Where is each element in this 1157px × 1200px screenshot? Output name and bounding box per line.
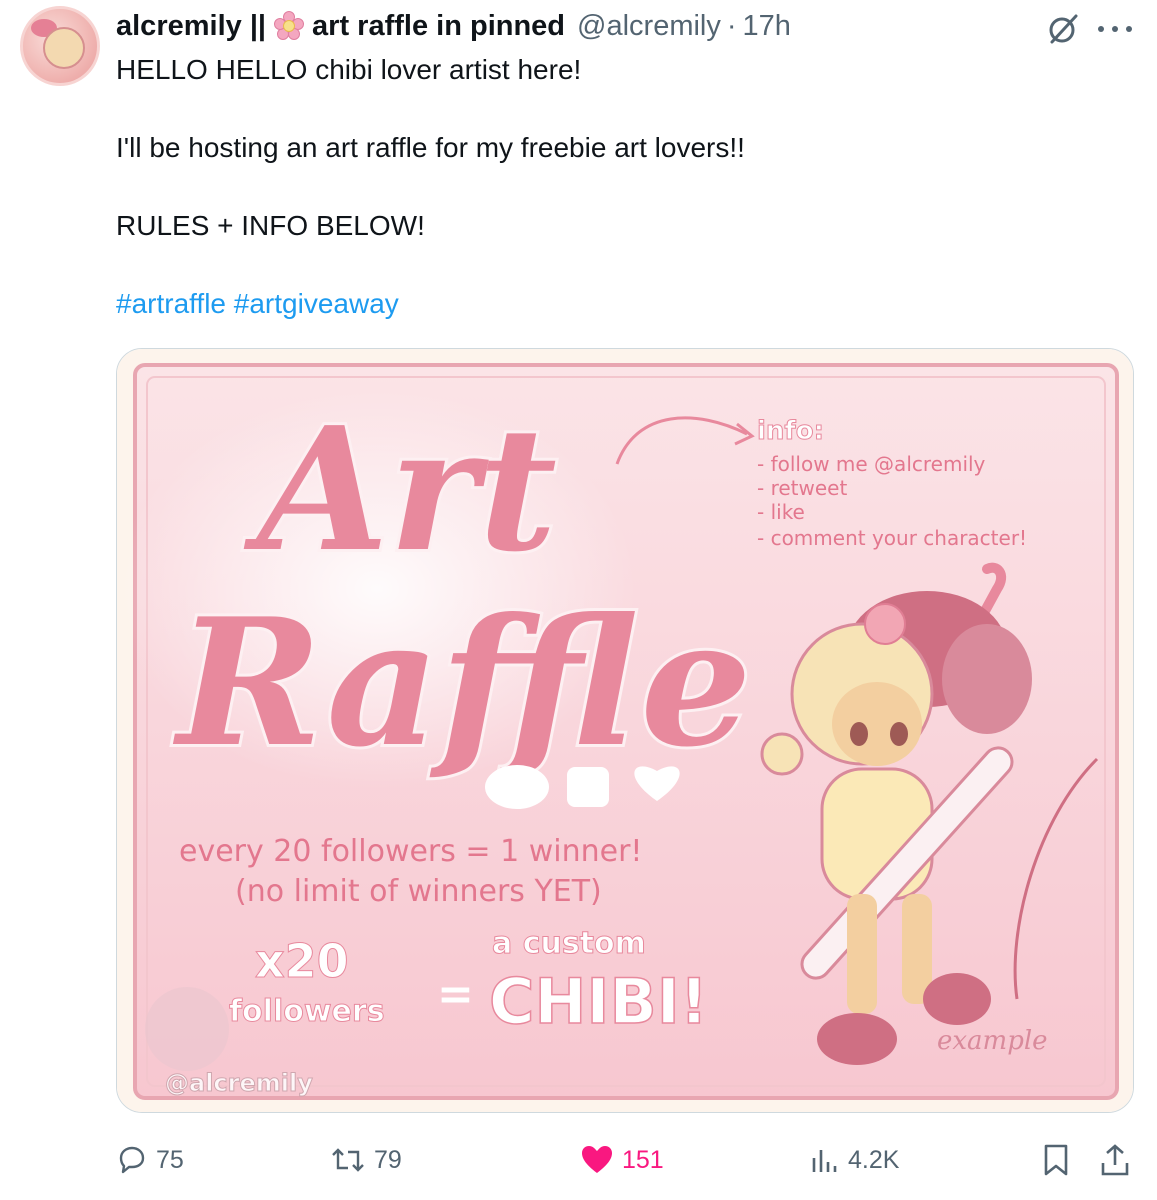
raffle-image: Art Raffle info: - follow me @alcremily … <box>117 349 1133 1112</box>
display-name[interactable]: alcremily || <box>116 10 266 43</box>
rule-line-2: (no limit of winners YET) <box>235 874 602 909</box>
bookmark-icon <box>1044 1144 1068 1176</box>
equals-sign: = <box>437 969 474 1020</box>
like-count: 151 <box>622 1145 664 1174</box>
grok-icon[interactable] <box>1046 12 1080 46</box>
raffle-title-line-2: Raffle <box>172 581 752 786</box>
views-button[interactable]: 4.2K <box>810 1140 899 1180</box>
info-item-4: - comment your character! <box>757 526 1027 550</box>
tweet-hashtags: #artraffle #artgiveaway <box>116 288 399 320</box>
heart-icon <box>582 1146 612 1173</box>
info-item-3: - like <box>757 500 805 524</box>
rule-line-1: every 20 followers = 1 winner! <box>179 834 642 869</box>
hashtag-artraffle[interactable]: #artraffle <box>116 288 226 319</box>
tweet-header: alcremily || art raffle in pinned @alcre… <box>116 8 791 44</box>
share-icon <box>1101 1144 1129 1176</box>
reply-count: 75 <box>156 1145 184 1174</box>
handle[interactable]: @alcremily <box>577 10 721 43</box>
example-label: example <box>937 1026 1048 1056</box>
like-button[interactable]: 151 <box>580 1140 664 1180</box>
multiplier: x20 <box>255 934 349 988</box>
avatar[interactable] <box>20 6 100 86</box>
repost-button[interactable]: 79 <box>330 1140 402 1180</box>
display-name-suffix[interactable]: art raffle in pinned <box>312 10 565 43</box>
flower-icon <box>274 11 305 41</box>
hashtag-artgiveaway[interactable]: #artgiveaway <box>234 288 399 319</box>
info-heading: info: <box>757 416 824 446</box>
timestamp[interactable]: 17h <box>743 10 791 43</box>
more-icon[interactable] <box>1098 16 1132 42</box>
share-button[interactable] <box>1100 1140 1138 1180</box>
tweet-text-line-1: HELLO HELLO chibi lover artist here! <box>116 54 582 85</box>
action-bar: 75 79 151 4.2K <box>116 1140 1136 1180</box>
reply-button[interactable]: 75 <box>116 1140 184 1180</box>
tweet-text-line-3: RULES + INFO BELOW! <box>116 210 425 241</box>
reply-icon <box>119 1146 145 1174</box>
raffle-title-line-1: Art <box>243 390 557 590</box>
info-item-1: - follow me @alcremily <box>757 452 986 476</box>
info-item-2: - retweet <box>757 476 847 500</box>
prize-small: a custom <box>492 926 646 961</box>
followers-word: followers <box>229 994 385 1029</box>
prize-big: CHIBI! <box>489 965 708 1038</box>
views-icon <box>812 1150 837 1172</box>
separator: · <box>726 9 737 42</box>
tweet-media[interactable]: Art Raffle info: - follow me @alcremily … <box>116 348 1134 1113</box>
repost-icon <box>332 1148 364 1172</box>
bookmark-button[interactable] <box>1042 1140 1078 1180</box>
avatar-face <box>43 27 85 69</box>
repost-count: 79 <box>374 1145 402 1174</box>
watermark: @alcremily <box>165 1069 313 1097</box>
views-count: 4.2K <box>848 1145 900 1174</box>
tweet-text-line-2: I'll be hosting an art raffle for my fre… <box>116 132 745 163</box>
